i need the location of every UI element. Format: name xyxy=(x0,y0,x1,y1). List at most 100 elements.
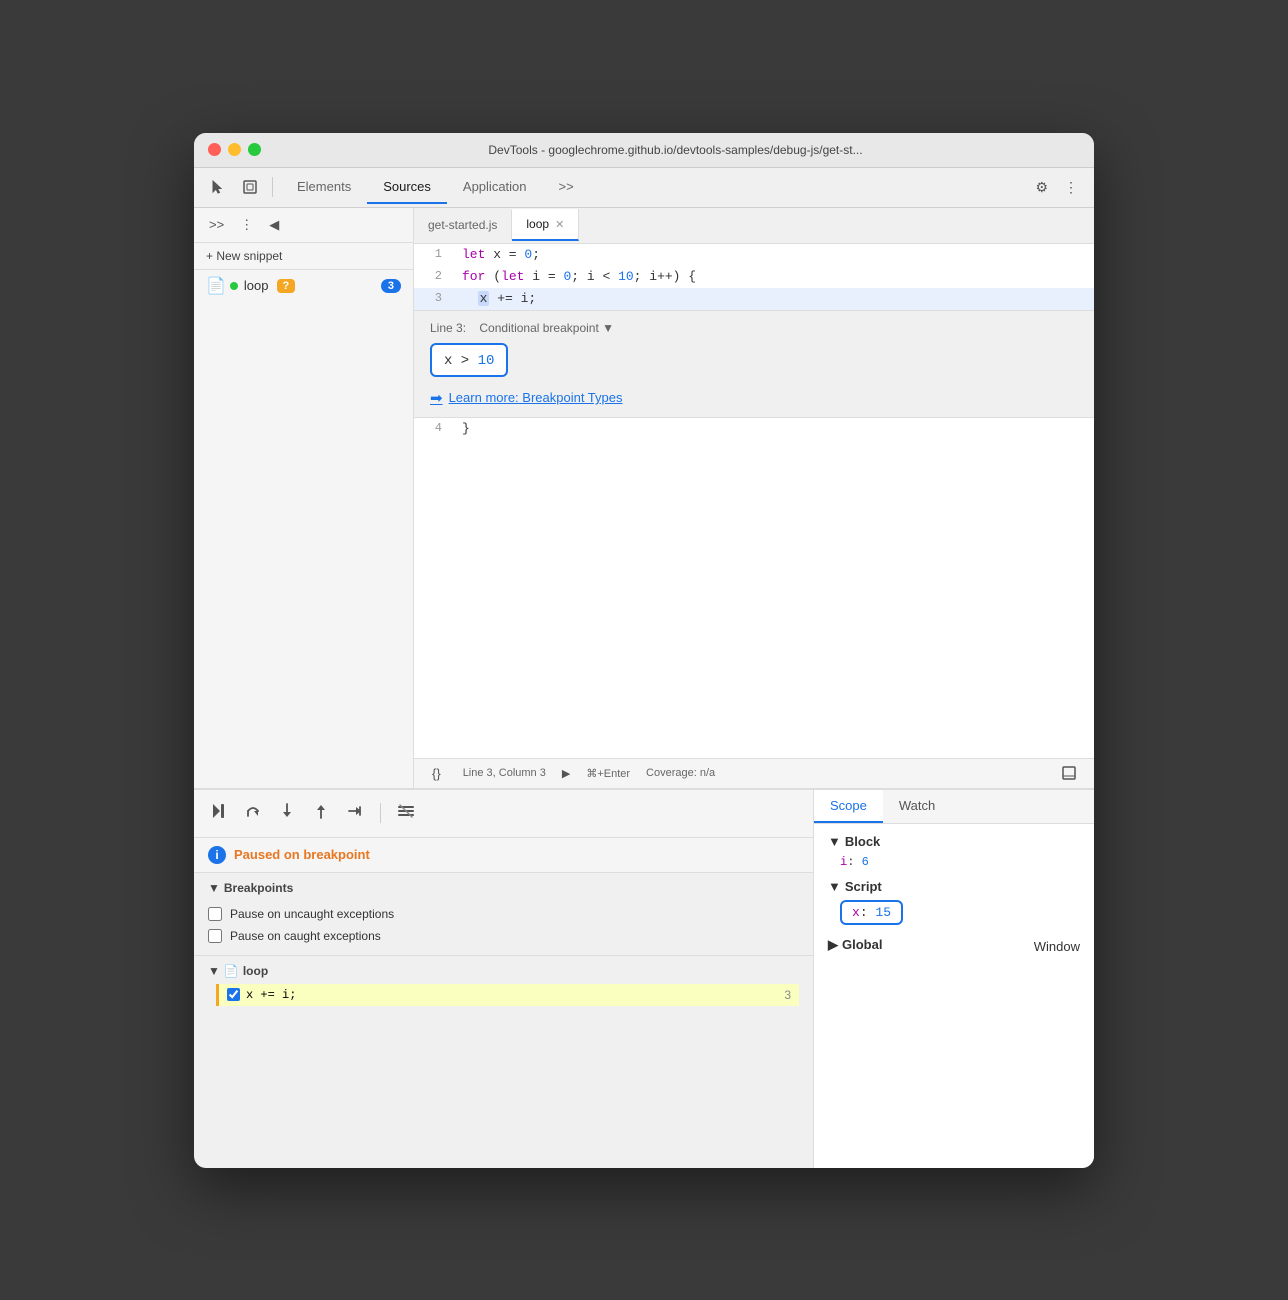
breakpoint-header: Line 3: Conditional breakpoint ▼ xyxy=(430,321,1078,335)
scope-x-boxed: x: 15 xyxy=(840,900,903,925)
pause-caught-label: Pause on caught exceptions xyxy=(230,929,381,943)
breakpoint-area: Line 3: Conditional breakpoint ▼ x > 10 … xyxy=(414,310,1094,418)
learn-more-link[interactable]: ➡ Learn more: Breakpoint Types xyxy=(430,389,1078,407)
green-dot xyxy=(230,282,238,290)
step-into-button[interactable] xyxy=(274,798,300,829)
status-bar: {} Line 3, Column 3 ▶ ⌘+Enter Coverage: … xyxy=(414,758,1094,788)
learn-more-text: Learn more: Breakpoint Types xyxy=(449,390,623,405)
code-line-2: 2 for (let i = 0; i < 10; i++) { xyxy=(414,266,1094,288)
pause-caught-checkbox[interactable] xyxy=(208,929,222,943)
scope-global-title[interactable]: ▶ Global xyxy=(828,937,882,953)
shortcut-label: ⌘+Enter xyxy=(586,767,630,780)
step-out-button[interactable] xyxy=(308,798,334,829)
file-tab-loop[interactable]: loop ✕ xyxy=(512,209,579,241)
code-line-4: 4 } xyxy=(414,418,1094,440)
line-num-4: 4 xyxy=(414,418,454,440)
info-icon: i xyxy=(208,846,226,864)
loop-section: ▼ 📄 loop x += i; 3 xyxy=(194,956,813,1014)
loop-file-icon: 📄 xyxy=(224,964,239,978)
sidebar-toolbar: >> ⋮ ◀ xyxy=(194,208,413,243)
main-tabs: Elements Sources Application >> xyxy=(281,171,1025,204)
breakpoints-title: Breakpoints xyxy=(224,881,293,895)
main-content: >> ⋮ ◀ + New snippet 📄 loop ? 3 get-star… xyxy=(194,208,1094,788)
code-content-3: x += i; xyxy=(454,288,1094,310)
breakpoint-value: 10 xyxy=(478,353,495,369)
coverage-icon[interactable] xyxy=(1056,762,1082,784)
breakpoints-toggle[interactable]: ▼ xyxy=(208,881,220,895)
scope-x-key: x xyxy=(852,905,860,920)
sidebar-menu-btn[interactable]: ⋮ xyxy=(235,214,258,236)
toolbar-divider xyxy=(380,803,381,823)
step-over-button[interactable] xyxy=(240,798,266,829)
settings-icon[interactable]: ⚙ xyxy=(1029,175,1054,200)
scope-script-group: ▼ Script x: 15 xyxy=(828,879,1080,927)
tab-sources[interactable]: Sources xyxy=(367,171,447,204)
resume-button[interactable] xyxy=(206,798,232,829)
maximize-button[interactable] xyxy=(248,143,261,156)
badge-count: 3 xyxy=(381,279,401,293)
tab-elements[interactable]: Elements xyxy=(281,171,367,204)
debug-area: i Paused on breakpoint ▼ Breakpoints Pau… xyxy=(194,790,814,1168)
code-content-4: } xyxy=(454,418,1094,440)
code-line-1: 1 let x = 0; xyxy=(414,244,1094,266)
scope-block-title[interactable]: ▼ Block xyxy=(828,834,1080,849)
loop-toggle[interactable]: ▼ xyxy=(208,964,220,978)
close-tab-icon[interactable]: ✕ xyxy=(555,218,564,231)
file-tab-loop-label: loop xyxy=(526,217,549,231)
format-button[interactable]: {} xyxy=(426,762,447,785)
cursor-icon[interactable] xyxy=(204,175,232,199)
scope-i-val: 6 xyxy=(862,855,869,869)
new-snippet-button[interactable]: + New snippet xyxy=(194,243,413,270)
scope-tabs: Scope Watch xyxy=(814,790,1094,824)
tab-more[interactable]: >> xyxy=(543,171,590,204)
breakpoint-line-label: Line 3: xyxy=(430,321,466,335)
pause-uncaught-label: Pause on uncaught exceptions xyxy=(230,907,394,921)
sidebar-more-btn[interactable]: >> xyxy=(204,214,229,235)
scope-i-key: i xyxy=(840,855,847,869)
line-num-1: 1 xyxy=(414,244,454,266)
tab-scope[interactable]: Scope xyxy=(814,790,883,823)
scope-script-x: x: 15 xyxy=(828,898,1080,927)
sidebar-item-loop[interactable]: 📄 loop ? 3 xyxy=(194,270,413,302)
breakpoint-input-wrapper[interactable]: x > 10 xyxy=(430,343,508,377)
bp-checkbox[interactable] xyxy=(227,988,240,1001)
tab-application[interactable]: Application xyxy=(447,171,543,204)
scope-block-i: i: 6 xyxy=(828,853,1080,871)
deactivate-breakpoints-button[interactable] xyxy=(393,798,419,829)
sidebar-back-btn[interactable]: ◀ xyxy=(264,214,284,236)
global-label: Global xyxy=(842,937,882,952)
window-title: DevTools - googlechrome.github.io/devtoo… xyxy=(271,143,1080,157)
code-editor[interactable]: 1 let x = 0; 2 for (let i = 0; i < 10; i… xyxy=(414,244,1094,758)
run-icon: ▶ xyxy=(562,767,570,780)
breakpoints-section: ▼ Breakpoints Pause on uncaught exceptio… xyxy=(194,873,813,956)
menu-icon[interactable]: ⋮ xyxy=(1058,175,1084,200)
tab-watch[interactable]: Watch xyxy=(883,790,951,823)
bp-code: x += i; xyxy=(246,988,296,1002)
close-button[interactable] xyxy=(208,143,221,156)
inspect-icon[interactable] xyxy=(236,175,264,199)
block-label: Block xyxy=(845,834,880,849)
block-toggle: ▼ xyxy=(828,834,841,849)
step-button[interactable] xyxy=(342,798,368,829)
paused-text: Paused on breakpoint xyxy=(234,847,370,862)
badge-question: ? xyxy=(277,279,296,293)
title-bar: DevTools - googlechrome.github.io/devtoo… xyxy=(194,133,1094,168)
script-toggle: ▼ xyxy=(828,879,841,894)
scope-content: ▼ Block i: 6 ▼ Script x: 15 xyxy=(814,824,1094,977)
loop-header: ▼ 📄 loop xyxy=(208,964,799,978)
file-tabs: get-started.js loop ✕ xyxy=(414,208,1094,244)
top-toolbar: Elements Sources Application >> ⚙ ⋮ xyxy=(194,168,1094,208)
pause-caught-row: Pause on caught exceptions xyxy=(208,925,799,947)
cursor-position: Line 3, Column 3 xyxy=(463,767,546,779)
editor-area: get-started.js loop ✕ 1 let x = 0; 2 xyxy=(414,208,1094,788)
new-snippet-label: + New snippet xyxy=(206,249,282,263)
file-icon: 📄 xyxy=(206,276,226,296)
scope-script-title[interactable]: ▼ Script xyxy=(828,879,1080,894)
toolbar-right: ⚙ ⋮ xyxy=(1029,175,1084,200)
pause-uncaught-checkbox[interactable] xyxy=(208,907,222,921)
file-tab-get-started[interactable]: get-started.js xyxy=(414,210,512,240)
global-toggle: ▶ xyxy=(828,937,838,953)
code-content-2: for (let i = 0; i < 10; i++) { xyxy=(454,266,1094,288)
minimize-button[interactable] xyxy=(228,143,241,156)
divider xyxy=(272,177,273,197)
